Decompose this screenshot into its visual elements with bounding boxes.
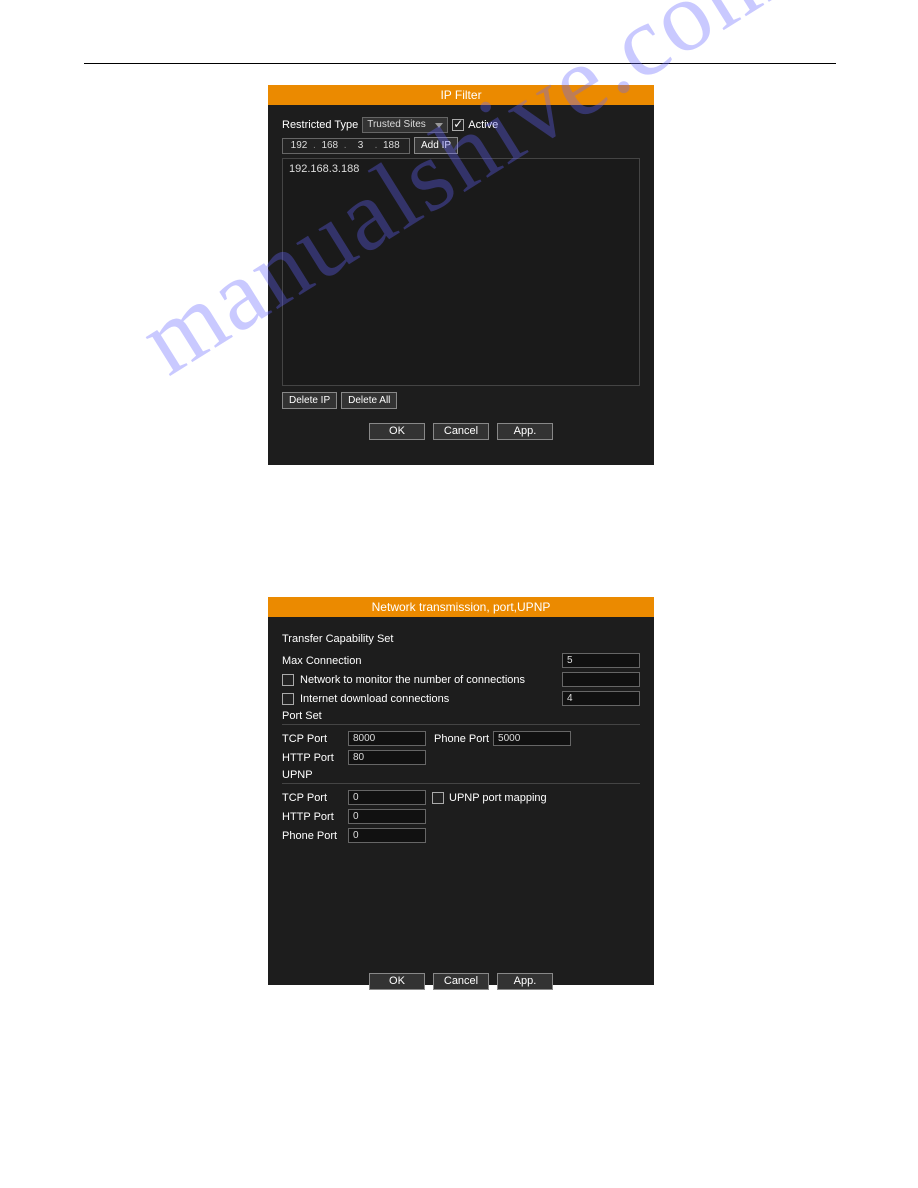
http-port-row: HTTP Port 80 <box>282 750 640 765</box>
http-port-label: HTTP Port <box>282 752 348 764</box>
ip-dot: . <box>375 140 378 151</box>
upnp-http-row: HTTP Port 0 <box>282 809 640 824</box>
phone-port-input[interactable]: 5000 <box>493 731 571 746</box>
add-ip-button[interactable]: Add IP <box>414 137 458 154</box>
download-label: Internet download connections <box>300 693 449 705</box>
ip-address-input[interactable]: 192 . 168 . 3 . 188 <box>282 138 410 154</box>
transfer-section: Max Connection 5 Network to monitor the … <box>282 653 640 706</box>
max-connection-input[interactable]: 5 <box>562 653 640 668</box>
upnp-mapping-checkbox[interactable] <box>432 792 444 804</box>
monitor-connections-row: Network to monitor the number of connect… <box>282 672 640 687</box>
restricted-type-select[interactable]: Trusted Sites <box>362 117 448 133</box>
upnp-phone-row: Phone Port 0 <box>282 828 640 843</box>
upnp-tcp-label: TCP Port <box>282 792 348 804</box>
ip-filter-panel: IP Filter Restricted Type Trusted Sites … <box>268 85 654 465</box>
network-panel: Network transmission, port,UPNP Transfer… <box>268 597 654 985</box>
download-checkbox[interactable] <box>282 693 294 705</box>
ip-list[interactable]: 192.168.3.188 <box>282 158 640 386</box>
restricted-type-value: Trusted Sites <box>367 119 426 130</box>
tcp-port-input[interactable]: 8000 <box>348 731 426 746</box>
ip-entry-row: 192 . 168 . 3 . 188 Add IP <box>282 137 640 154</box>
ip-octet-2: 3 <box>349 140 373 151</box>
delete-all-button[interactable]: Delete All <box>341 392 397 409</box>
upnp-phone-input[interactable]: 0 <box>348 828 426 843</box>
max-connection-row: Max Connection 5 <box>282 653 640 668</box>
ip-filter-body: Restricted Type Trusted Sites Active 192… <box>268 105 654 450</box>
network-body: Transfer Capability Set Max Connection 5… <box>268 617 654 1000</box>
ip-dot: . <box>313 140 316 151</box>
page-rule <box>84 63 836 64</box>
network-title: Network transmission, port,UPNP <box>268 597 654 617</box>
upnp-mapping-label: UPNP port mapping <box>449 792 547 804</box>
upnp-tcp-row: TCP Port 0 UPNP port mapping <box>282 790 640 805</box>
http-port-input[interactable]: 80 <box>348 750 426 765</box>
restricted-type-row: Restricted Type Trusted Sites Active <box>282 117 640 133</box>
tcp-port-row: TCP Port 8000 Phone Port 5000 <box>282 731 640 746</box>
list-item[interactable]: 192.168.3.188 <box>289 163 633 175</box>
transfer-section-title: Transfer Capability Set <box>282 633 640 647</box>
upnp-tcp-input[interactable]: 0 <box>348 790 426 805</box>
ip-octet-1: 168 <box>318 140 342 151</box>
ip-list-actions: Delete IP Delete All <box>282 392 640 409</box>
tcp-port-label: TCP Port <box>282 733 348 745</box>
monitor-checkbox[interactable] <box>282 674 294 686</box>
monitor-input[interactable] <box>562 672 640 687</box>
upnp-http-label: HTTP Port <box>282 811 348 823</box>
app-button[interactable]: App. <box>497 423 553 440</box>
ip-octet-0: 192 <box>287 140 311 151</box>
phone-port-label: Phone Port <box>434 733 489 745</box>
max-connection-label: Max Connection <box>282 655 362 667</box>
active-label: Active <box>468 119 498 131</box>
ok-button[interactable]: OK <box>369 423 425 440</box>
upnp-phone-label: Phone Port <box>282 830 348 842</box>
ip-filter-title: IP Filter <box>268 85 654 105</box>
network-footer: OK Cancel App. <box>282 973 640 990</box>
delete-ip-button[interactable]: Delete IP <box>282 392 337 409</box>
port-set-title: Port Set <box>282 710 640 725</box>
restricted-type-label: Restricted Type <box>282 119 358 131</box>
cancel-button[interactable]: Cancel <box>433 423 489 440</box>
cancel-button[interactable]: Cancel <box>433 973 489 990</box>
ip-octet-3: 188 <box>379 140 403 151</box>
active-checkbox[interactable] <box>452 119 464 131</box>
monitor-label: Network to monitor the number of connect… <box>300 674 525 686</box>
ok-button[interactable]: OK <box>369 973 425 990</box>
upnp-http-input[interactable]: 0 <box>348 809 426 824</box>
download-input[interactable]: 4 <box>562 691 640 706</box>
ip-filter-footer: OK Cancel App. <box>282 423 640 440</box>
ip-dot: . <box>344 140 347 151</box>
download-connections-row: Internet download connections 4 <box>282 691 640 706</box>
upnp-mapping-group: UPNP port mapping <box>432 792 547 804</box>
app-button[interactable]: App. <box>497 973 553 990</box>
upnp-title: UPNP <box>282 769 640 784</box>
